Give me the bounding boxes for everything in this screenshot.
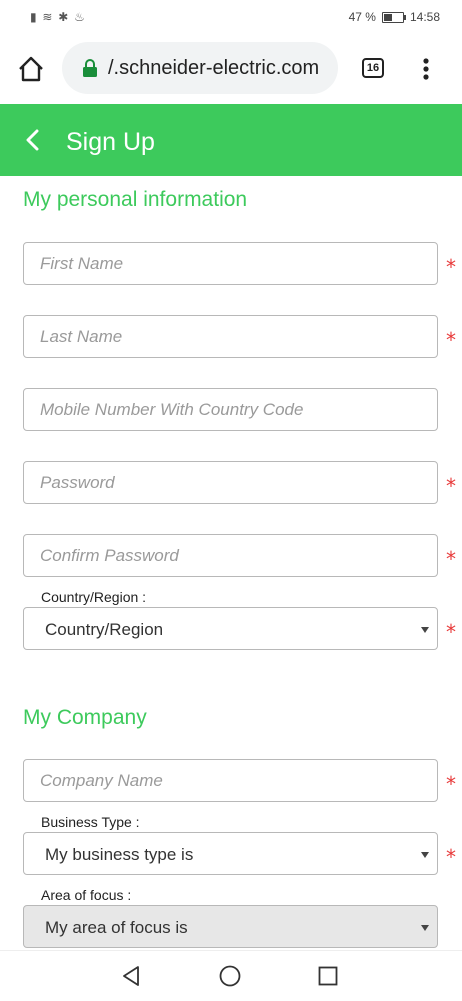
clock: 14:58 [409,10,440,24]
status-bar: ▮ ≋ ✱ ♨ 47 % 14:58 [0,0,462,34]
url-text: /.schneider-electric.com [108,57,320,79]
confirm-password-field[interactable] [23,534,438,577]
area-of-focus-select[interactable]: My area of focus is [23,905,438,948]
more-vert-icon[interactable] [416,54,436,84]
first-name-field[interactable] [23,242,438,285]
company-name-input[interactable] [24,760,437,801]
address-bar[interactable]: /.schneider-electric.com [62,42,338,94]
area-of-focus-label: Area of focus : [41,887,132,903]
required-mark: * [446,620,456,644]
home-icon[interactable] [16,54,46,84]
mobile-field[interactable] [23,388,438,431]
app-header: Sign Up [0,104,462,176]
battery-icon [381,11,406,23]
browser-toolbar: /.schneider-electric.com 16 [0,34,462,104]
required-mark: * [446,772,456,796]
system-nav-bar [0,950,462,1001]
business-type-label: Business Type : [41,814,140,830]
dropdown-arrow-icon [421,847,429,858]
status-right: 47 % 14:58 [349,10,440,24]
area-of-focus-select-value: My area of focus is [45,918,188,937]
dropdown-arrow-icon [421,622,429,633]
required-mark: * [446,845,456,869]
tab-switcher-button[interactable]: 16 [362,58,384,78]
required-mark: * [446,474,456,498]
nav-home-icon[interactable] [219,965,241,987]
battery-percent: 47 % [348,10,376,24]
back-arrow-icon[interactable] [22,129,44,151]
country-select-value: Country/Region [45,620,164,639]
required-mark: * [446,328,456,352]
password-input[interactable] [24,462,437,503]
last-name-input[interactable] [24,316,437,357]
page-title: Sign Up [66,128,155,156]
country-select[interactable]: Country/Region [23,607,438,650]
nav-back-icon[interactable] [121,965,141,987]
business-type-select[interactable]: My business type is [23,832,438,875]
section-title-personal: My personal information [23,188,248,211]
password-field[interactable] [23,461,438,504]
nav-recents-icon[interactable] [318,966,338,986]
required-mark: * [446,255,456,279]
mobile-input[interactable] [24,389,437,430]
country-label: Country/Region : [41,589,147,605]
first-name-input[interactable] [24,243,437,284]
confirm-password-input[interactable] [24,535,437,576]
last-name-field[interactable] [23,315,438,358]
required-mark: * [446,547,456,571]
business-type-select-value: My business type is [45,845,194,864]
section-title-company: My Company [23,706,147,729]
lock-icon [82,59,98,77]
signal-wifi-bluetooth-icons: ▮ ≋ ✱ ♨ [30,10,86,24]
dropdown-arrow-icon [421,920,429,931]
company-name-field[interactable] [23,759,438,802]
